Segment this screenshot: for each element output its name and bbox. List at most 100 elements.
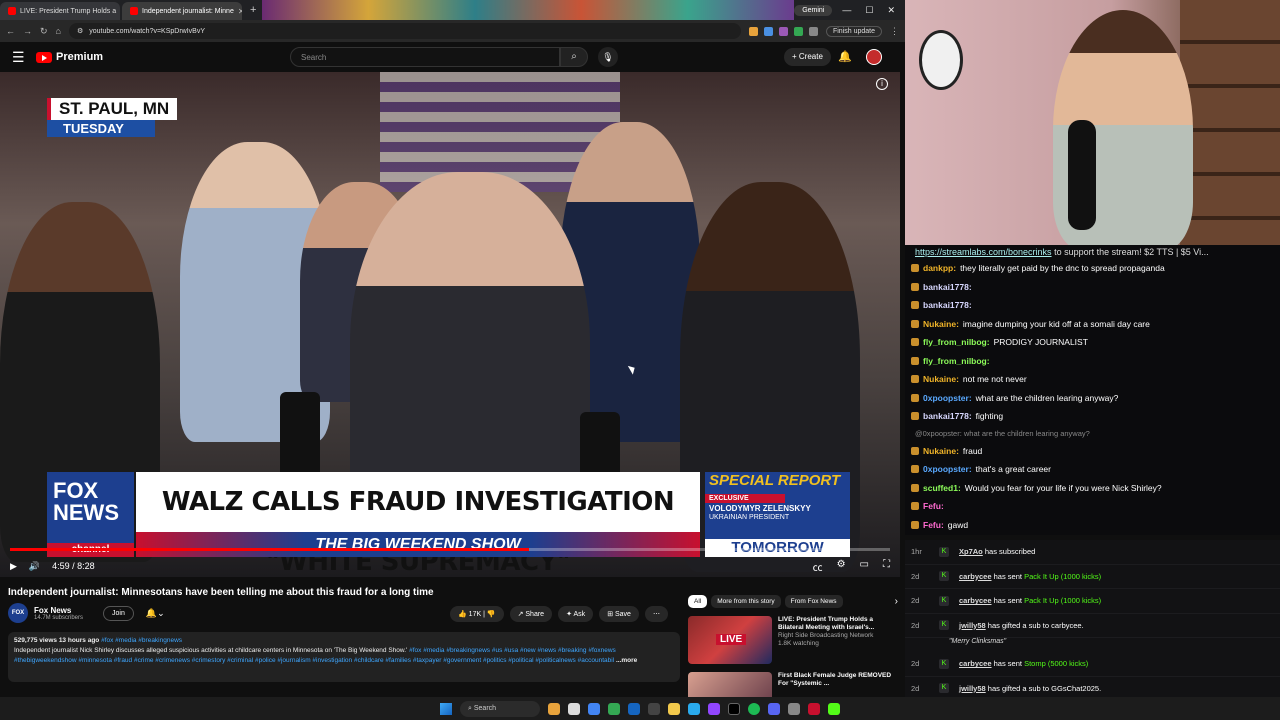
chip-all[interactable]: All [688, 595, 708, 608]
taskbar-app-icon[interactable] [568, 702, 580, 715]
close-window-icon[interactable]: ✕ [887, 5, 895, 16]
create-button[interactable]: + Create [784, 48, 831, 66]
activity-user[interactable]: carbycee [959, 659, 992, 668]
chat-username[interactable]: bankai1778: [923, 296, 972, 315]
tab-trump-live[interactable]: LIVE: President Trump Holds a ✕ [0, 2, 120, 20]
taskbar-app-icon[interactable] [608, 702, 620, 715]
show-more-link[interactable]: ...more [616, 657, 637, 664]
reload-icon[interactable]: ↻ [40, 26, 48, 37]
maximize-icon[interactable]: ☐ [865, 5, 873, 16]
activity-time: 1hr [911, 547, 922, 557]
activity-user[interactable]: Xp7Ao [959, 547, 983, 556]
taskbar-app-icon[interactable] [648, 702, 660, 715]
chat-message: bankai1778: fighting [905, 407, 1280, 426]
activity-user[interactable]: jwilly58 [959, 621, 986, 630]
channel-name[interactable]: Fox News [34, 606, 83, 615]
related-video-item[interactable]: LIVE LIVE: President Trump Holds a Bilat… [688, 616, 898, 664]
spotify-icon[interactable] [748, 702, 760, 715]
finish-update-button[interactable]: Finish update [825, 25, 882, 37]
more-menu-icon[interactable]: ⋮ [890, 26, 899, 37]
video-description[interactable]: 529,775 views 13 hours ago #fox #media #… [8, 632, 680, 682]
miniplayer-icon[interactable]: ▭ [860, 559, 869, 574]
taskbar-app-icon[interactable] [628, 702, 640, 715]
like-button[interactable]: 👍 17K | 👎 [450, 606, 504, 622]
chat-username[interactable]: Nukaine: [923, 315, 959, 334]
windows-start-icon[interactable] [440, 702, 452, 715]
url-field[interactable]: ⚙ youtube.com/watch?v=KSpDrwIvBvY [68, 23, 741, 39]
taskbar-search[interactable]: ⌕ Search [460, 700, 540, 717]
tab-current-video[interactable]: Independent journalist: Minne ✕ [122, 2, 242, 20]
search-input[interactable]: Search [290, 47, 560, 67]
chat-username[interactable]: bankai1778: [923, 278, 972, 297]
chip-more-from-story[interactable]: More from this story [711, 595, 781, 608]
subscription-bell-icon[interactable]: 🔔⌄ [146, 608, 165, 619]
related-video-title[interactable]: LIVE: President Trump Holds a Bilateral … [778, 616, 898, 632]
save-button[interactable]: ⊞ Save [599, 606, 639, 622]
promo-link[interactable]: https://streamlabs.com/bonecrinks [915, 247, 1052, 257]
chrome-icon[interactable] [588, 702, 600, 715]
hamburger-menu-icon[interactable]: ☰ [12, 49, 36, 66]
activity-user[interactable]: jwilly58 [959, 684, 986, 693]
activity-user[interactable]: carbycee [959, 596, 992, 605]
site-info-icon[interactable]: ⚙ [77, 27, 83, 35]
related-video-channel: Right Side Broadcasting Network [778, 632, 874, 639]
kick-icon[interactable] [828, 702, 840, 715]
close-tab-icon[interactable]: ✕ [238, 7, 242, 16]
extension-icon[interactable] [763, 26, 773, 36]
chat-username[interactable]: Nukaine: [923, 442, 959, 461]
video-thumbnail[interactable]: LIVE [688, 616, 772, 664]
taskbar-app-icon[interactable] [788, 702, 800, 715]
taskbar-app-icon[interactable] [708, 702, 720, 715]
taskbar-app-icon[interactable] [808, 702, 820, 715]
extension-icon[interactable] [778, 26, 788, 36]
account-avatar[interactable] [866, 49, 882, 65]
search-button[interactable]: ⌕ [560, 47, 588, 67]
captions-icon[interactable]: ㏄ [813, 559, 823, 574]
progress-bar[interactable] [10, 548, 890, 551]
forward-icon[interactable]: → [23, 26, 32, 36]
volume-icon[interactable]: 🔊 [29, 561, 40, 572]
home-icon[interactable]: ⌂ [56, 26, 61, 36]
chat-username[interactable]: 0xpoopster: [923, 389, 972, 408]
extension-icon[interactable] [748, 26, 758, 36]
info-icon[interactable]: i [876, 78, 888, 90]
chat-username[interactable]: 0xpoopster: [923, 460, 972, 479]
activity-user[interactable]: carbycee [959, 572, 992, 581]
fullscreen-icon[interactable]: ⛶ [883, 559, 890, 574]
ask-button[interactable]: ✦ Ask [558, 606, 594, 622]
chevron-right-icon[interactable]: › [895, 596, 898, 607]
chat-username[interactable]: Fefu: [923, 497, 944, 516]
youtube-logo[interactable]: Premium [36, 51, 103, 63]
play-icon[interactable]: ▶ [10, 561, 17, 572]
minimize-icon[interactable]: — [842, 5, 851, 16]
chat-text: PRODIGY JOURNALIST [993, 337, 1088, 347]
chat-username[interactable]: dankpp: [923, 259, 956, 278]
chip-from-fox-news[interactable]: From Fox News [784, 595, 843, 608]
back-icon[interactable]: ← [6, 26, 15, 36]
voice-search-button[interactable]: 🎙 [598, 47, 618, 67]
chat-username[interactable]: fly_from_nilbog: [923, 333, 990, 352]
folder-icon[interactable] [668, 702, 680, 715]
chat-username[interactable]: Nukaine: [923, 370, 959, 389]
new-tab-button[interactable]: + [244, 4, 262, 16]
related-video-title[interactable]: First Black Female Judge REMOVED For "Sy… [778, 672, 898, 688]
share-button[interactable]: ↗ Share [509, 606, 553, 622]
settings-icon[interactable]: ⚙ [837, 559, 846, 574]
notifications-bell-icon[interactable]: 🔔 [838, 50, 852, 63]
chat-username[interactable]: scuffed1: [923, 479, 961, 498]
discord-icon[interactable] [768, 702, 780, 715]
join-button[interactable]: Join [103, 605, 134, 621]
more-actions-icon[interactable]: ⋯ [644, 606, 668, 622]
gemini-button[interactable]: Gemini [794, 4, 833, 16]
chat-username[interactable]: Fefu: [923, 516, 944, 535]
chat-badge-icon [911, 446, 919, 455]
chat-username[interactable]: bankai1778: [923, 407, 972, 426]
extension-icon[interactable] [793, 26, 803, 36]
channel-avatar[interactable]: FOX [8, 603, 28, 623]
chat-username[interactable]: fly_from_nilbog: [923, 352, 990, 371]
obs-icon[interactable] [728, 702, 740, 715]
extensions-puzzle-icon[interactable] [808, 26, 818, 36]
taskbar-app-icon[interactable] [548, 702, 560, 715]
taskbar-app-icon[interactable] [688, 702, 700, 715]
video-player[interactable]: ST. PAUL, MN TUESDAY i FOX NEWS channel … [0, 72, 900, 577]
